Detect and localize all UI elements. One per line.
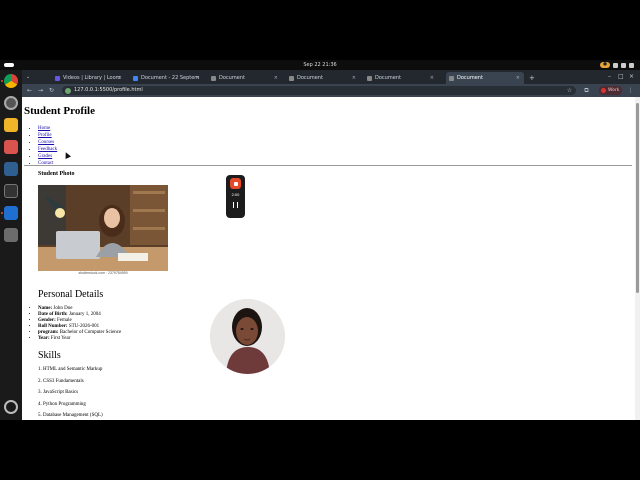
nav-link-profile[interactable]: Profile bbox=[38, 133, 52, 138]
address-bar[interactable]: 127.0.0.1:5500/profile.html bbox=[62, 86, 576, 95]
nav-link-courses[interactable]: Courses bbox=[38, 140, 54, 145]
close-icon[interactable]: × bbox=[118, 72, 122, 84]
back-button[interactable]: ← bbox=[25, 86, 34, 95]
close-icon[interactable]: × bbox=[516, 72, 520, 84]
skill-item: 2. CSS3 Fundamentals bbox=[38, 378, 84, 384]
detail-year: Year: First Year bbox=[38, 336, 121, 342]
reload-button[interactable]: ↻ bbox=[47, 86, 56, 95]
mouse-cursor-icon bbox=[63, 151, 71, 159]
system-tray: ● bbox=[600, 62, 634, 68]
terminal-icon[interactable] bbox=[4, 184, 18, 198]
recording-timer: 2:00 bbox=[231, 192, 240, 197]
globe-icon bbox=[211, 75, 216, 81]
url-text: 127.0.0.1:5500/profile.html bbox=[74, 87, 143, 93]
globe-icon bbox=[449, 75, 454, 81]
chrome-icon[interactable] bbox=[4, 74, 18, 88]
extensions-icon[interactable]: ⧉ bbox=[582, 86, 591, 95]
pause-icon[interactable] bbox=[233, 202, 238, 208]
nav-item-profile: Profile bbox=[38, 132, 57, 139]
settings-icon[interactable] bbox=[4, 96, 18, 110]
ssh-client-icon[interactable] bbox=[4, 162, 18, 176]
system-top-bar: Sep 22 21:36 ● bbox=[0, 60, 640, 70]
tab-document-2[interactable]: Document × bbox=[208, 72, 282, 84]
skill-item: 4. Python Programming bbox=[38, 401, 86, 407]
close-icon[interactable]: × bbox=[196, 72, 200, 84]
tab-search-icon[interactable]: ⌄ bbox=[26, 74, 32, 80]
page-nav: Home Profile Courses Feedback Grades Con… bbox=[38, 125, 57, 167]
volume-icon[interactable] bbox=[621, 62, 626, 68]
dock bbox=[0, 70, 22, 420]
webcam-bubble[interactable] bbox=[210, 299, 285, 374]
profile-button[interactable]: Work bbox=[599, 86, 623, 95]
page-scrollbar[interactable] bbox=[635, 97, 640, 420]
page-content: Student Profile Home Profile Courses Fee… bbox=[22, 97, 635, 420]
close-window-button[interactable]: × bbox=[629, 73, 634, 80]
site-info-icon[interactable] bbox=[65, 87, 71, 94]
scrollbar-thumb[interactable] bbox=[636, 103, 639, 293]
tab-document-3[interactable]: Document × bbox=[286, 72, 360, 84]
network-icon[interactable] bbox=[613, 62, 618, 68]
dock-active-indicator bbox=[1, 212, 3, 214]
personal-details-list: Name: John Doe Date of Birth: January 1,… bbox=[38, 306, 121, 342]
app-center-icon[interactable] bbox=[4, 140, 18, 154]
nav-item-courses: Courses bbox=[38, 139, 57, 146]
tab-loom[interactable]: Videos | Library | Loom × bbox=[52, 72, 126, 84]
forward-button[interactable]: → bbox=[36, 86, 45, 95]
show-apps-icon[interactable] bbox=[4, 400, 18, 414]
nav-link-feedback[interactable]: Feedback bbox=[38, 147, 57, 152]
photo-credit: shutterstock.com · 2379784959 bbox=[78, 271, 128, 275]
maximize-button[interactable]: □ bbox=[618, 73, 624, 80]
recording-controls: 2:00 bbox=[226, 175, 245, 218]
skill-item: 1. HTML and Semantic Markup bbox=[38, 367, 103, 372]
close-icon[interactable]: × bbox=[274, 72, 278, 84]
photo-heading: Student Photo bbox=[38, 171, 75, 177]
nav-link-home[interactable]: Home bbox=[38, 126, 50, 131]
page-title: Student Profile bbox=[24, 105, 95, 117]
desktop: Sep 22 21:36 ● ⌄ Videos | Library | Loom… bbox=[0, 0, 640, 480]
tab-strip: ⌄ Videos | Library | Loom × Document - 22… bbox=[22, 70, 640, 84]
stop-recording-button[interactable] bbox=[230, 178, 241, 189]
skills-heading: Skills bbox=[38, 350, 61, 361]
tab-document-4[interactable]: Document × bbox=[364, 72, 438, 84]
browser-toolbar: ← → ↻ 127.0.0.1:5500/profile.html ☆ ⧉ Wo… bbox=[22, 84, 640, 97]
skill-item: 3. JavaScript Basics bbox=[38, 390, 79, 395]
clock[interactable]: Sep 22 21:36 bbox=[0, 62, 640, 68]
close-icon[interactable]: × bbox=[430, 72, 434, 84]
nav-item-grades: Grades bbox=[38, 153, 57, 160]
dock-active-indicator bbox=[1, 80, 3, 82]
new-tab-button[interactable]: + bbox=[529, 72, 535, 84]
student-photo bbox=[38, 185, 168, 271]
trash-icon[interactable] bbox=[4, 228, 18, 242]
nav-item-feedback: Feedback bbox=[38, 146, 57, 153]
tab-document-active[interactable]: Document × bbox=[446, 72, 524, 84]
nav-item-home: Home bbox=[38, 125, 57, 132]
tab-document-1[interactable]: Document - 22 Septem × bbox=[130, 72, 204, 84]
globe-icon bbox=[289, 75, 294, 81]
files-icon[interactable] bbox=[4, 118, 18, 132]
bookmark-star-icon[interactable]: ☆ bbox=[565, 86, 574, 95]
vscode-icon[interactable] bbox=[4, 206, 18, 220]
globe-icon bbox=[367, 75, 372, 81]
docs-icon bbox=[133, 75, 138, 81]
avatar bbox=[601, 88, 606, 93]
personal-details-heading: Personal Details bbox=[38, 289, 104, 300]
menu-icon[interactable]: ⋮ bbox=[626, 86, 635, 95]
skill-item: 5. Database Management (SQL) bbox=[38, 413, 103, 418]
divider bbox=[24, 165, 632, 166]
screen-recording-indicator[interactable]: ● bbox=[600, 62, 610, 68]
browser-window: ⌄ Videos | Library | Loom × Document - 22… bbox=[22, 70, 640, 420]
nav-link-grades[interactable]: Grades bbox=[38, 154, 52, 159]
power-icon[interactable] bbox=[629, 62, 634, 68]
close-icon[interactable]: × bbox=[352, 72, 356, 84]
minimize-button[interactable]: – bbox=[608, 73, 611, 80]
loom-icon bbox=[55, 75, 60, 81]
skills-list: 1. HTML and Semantic Markup 2. CSS3 Fund… bbox=[38, 367, 103, 420]
